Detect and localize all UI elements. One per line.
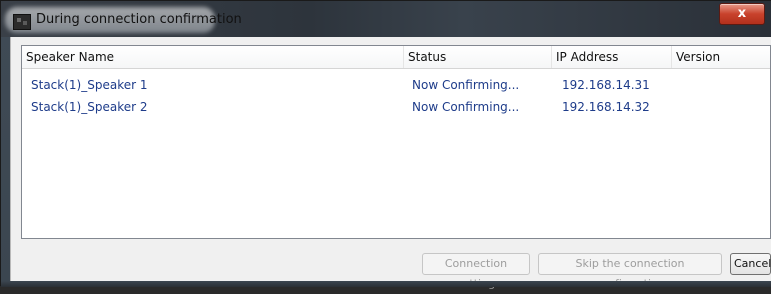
table-row[interactable]: Stack(1)_Speaker 2 Now Confirming... 192…: [22, 97, 770, 117]
speaker-name-cell: Stack(1)_Speaker 2: [31, 100, 148, 114]
status-cell: Now Confirming...: [412, 78, 520, 92]
ip-address-cell: 192.168.14.32: [562, 100, 650, 114]
column-header-status[interactable]: Status: [404, 46, 552, 68]
dialog-window: During connection confirmation x Speaker…: [0, 0, 771, 290]
column-header-speaker-name[interactable]: Speaker Name: [22, 46, 404, 68]
connection-setting-button[interactable]: Connection setting: [422, 253, 530, 290]
cancel-button[interactable]: Cancel: [730, 253, 771, 275]
close-button[interactable]: x: [719, 3, 765, 25]
window-bottom-edge: [1, 281, 771, 287]
column-header-ip-address[interactable]: IP Address: [552, 46, 672, 68]
speaker-name-cell: Stack(1)_Speaker 1: [31, 78, 148, 92]
window-title: During connection confirmation: [36, 12, 242, 27]
app-icon: [13, 14, 31, 30]
list-header: Speaker Name Status IP Address Version: [22, 46, 770, 69]
ip-address-cell: 192.168.14.31: [562, 78, 650, 92]
title-bar[interactable]: During connection confirmation x: [1, 1, 771, 37]
column-header-version[interactable]: Version: [672, 46, 770, 68]
skip-confirmation-button[interactable]: Skip the connection confirmation: [538, 253, 722, 290]
status-cell: Now Confirming...: [412, 100, 520, 114]
dialog-client-area: Speaker Name Status IP Address Version S…: [10, 37, 771, 290]
table-row[interactable]: Stack(1)_Speaker 1 Now Confirming... 192…: [22, 75, 770, 95]
speaker-list[interactable]: Speaker Name Status IP Address Version S…: [21, 45, 771, 239]
